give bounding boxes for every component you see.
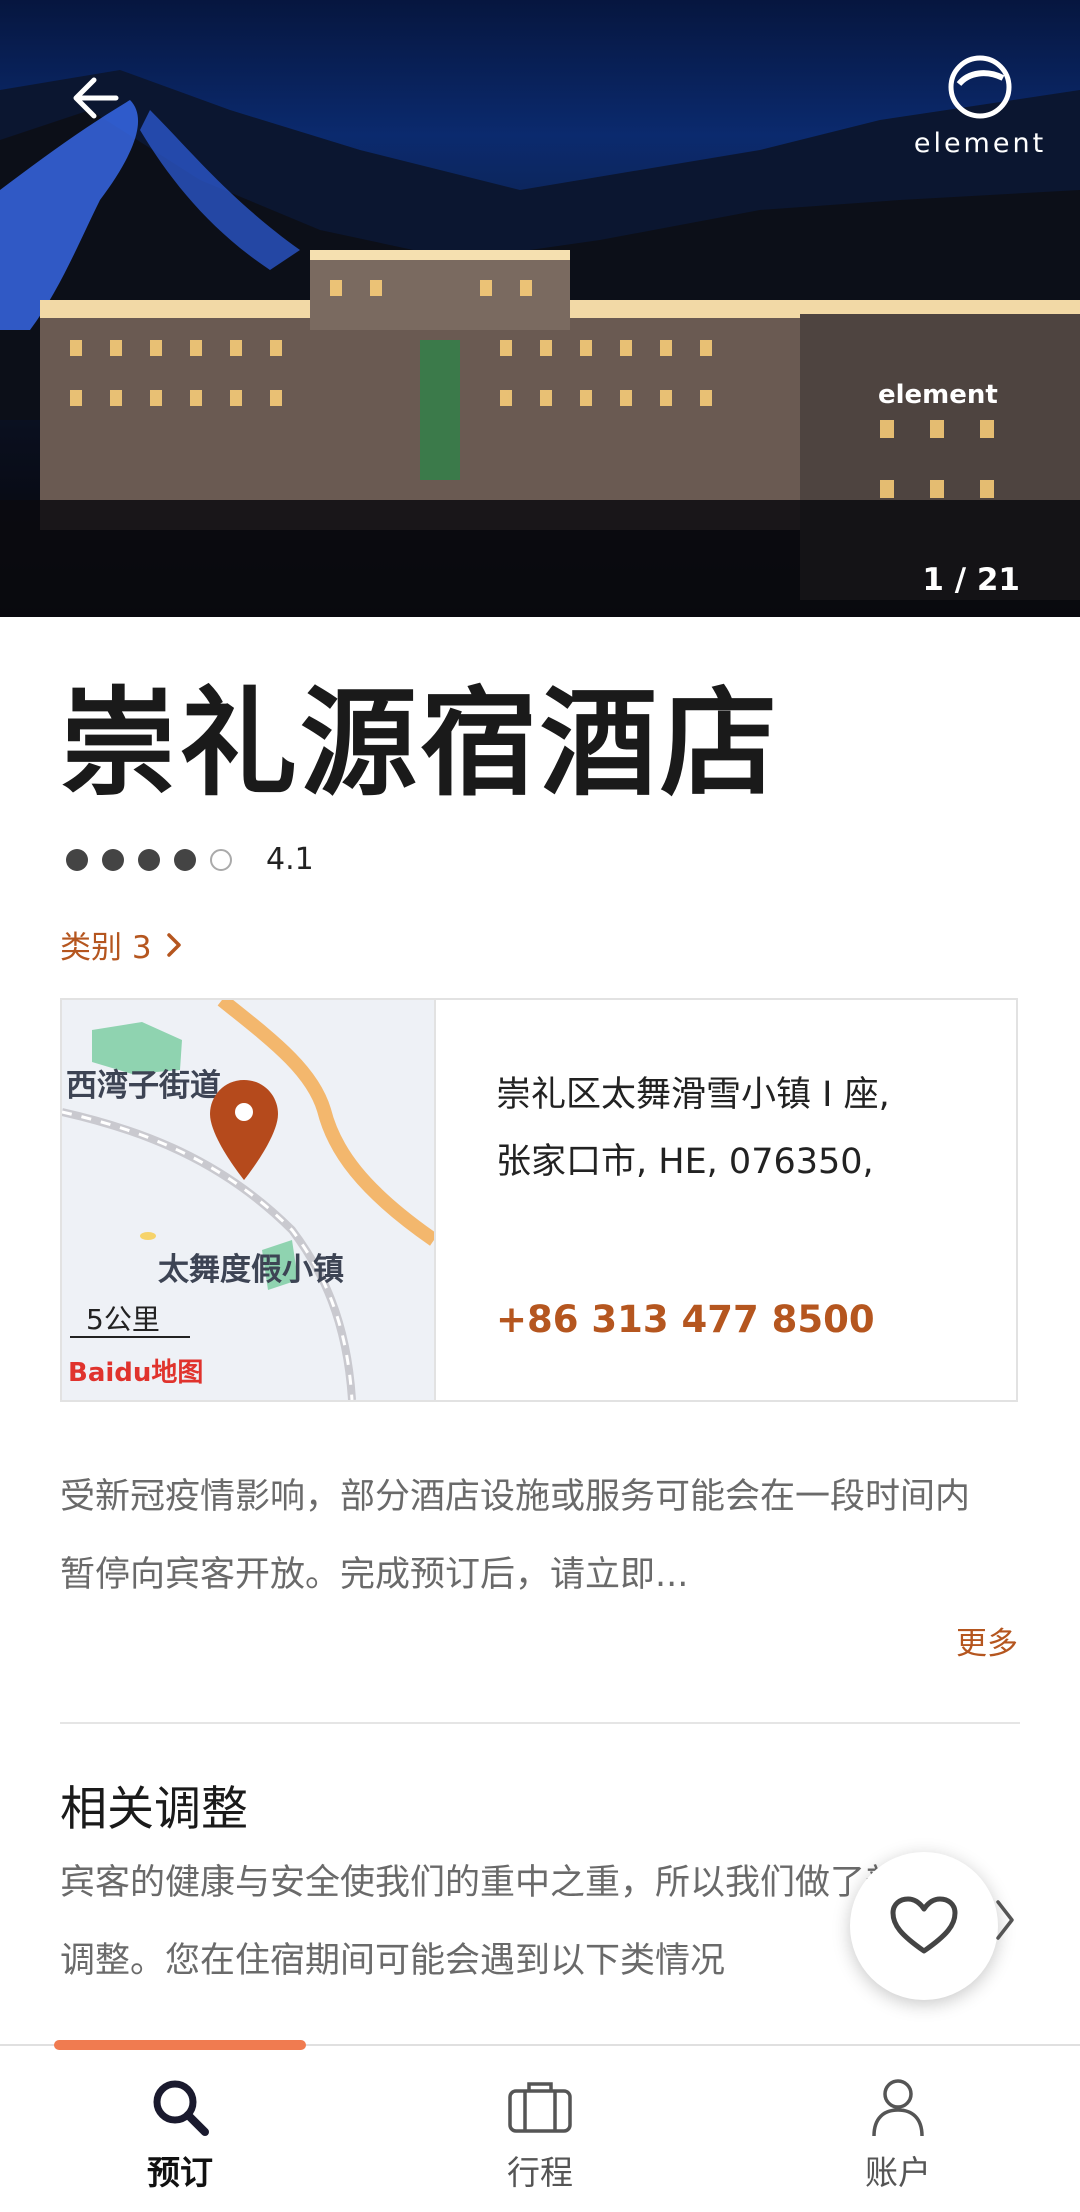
hotel-name: 崇礼源宿酒店 [60,675,781,812]
rating-dot-filled [138,848,160,871]
nav-item-trips[interactable]: 行程 [440,2072,640,2194]
nav-item-book[interactable]: 预订 [80,2072,280,2194]
rating-dot-empty [210,848,232,871]
rating-dot-filled [66,848,88,871]
bottom-nav: 预订 行程 账户 [0,2044,1080,2212]
adjustments-body: 宾客的健康与安全使我们的重中之重，所以我们做了部分调整。您在住宿期间可能会遇到以… [60,1863,936,1981]
chevron-right-icon [166,932,181,957]
nav-label-trips: 行程 [507,2153,573,2192]
map-label-district: 西湾子街道 [66,1068,221,1104]
element-logo-icon [948,55,1012,119]
category-label: 类别 3 [60,930,152,966]
nav-label-account: 账户 [865,2153,931,2192]
map-provider-logo: Baidu地图 [68,1358,204,1388]
adjustments-title: 相关调整 [60,1782,248,1837]
rating-score: 4.1 [266,842,314,877]
map-thumbnail[interactable]: 西湾子街道 太舞度假小镇 5公里 Baidu地图 [62,1000,436,1400]
brand-logo: element [910,54,1050,159]
photo-counter: 1 / 21 [922,562,1020,598]
search-icon [153,2080,209,2136]
nav-label-book: 预订 [147,2153,213,2192]
covid-notice: 受新冠疫情影响，部分酒店设施或服务可能会在一段时间内暂停向宾客开放。完成预订后，… [60,1477,971,1595]
favorite-button[interactable] [850,1852,998,2000]
map-scale: 5公里 [86,1303,160,1336]
phone-link[interactable]: +86 313 477 8500 [496,1298,890,1341]
address-line-1: 崇礼区太舞滑雪小镇 I 座, [496,1075,890,1115]
brand-name: element [913,128,1047,159]
chevron-right-icon [996,1900,1014,1940]
briefcase-icon [508,2082,572,2133]
category-link[interactable]: 类别 3 [60,922,184,967]
map-scale-bar [70,1336,190,1338]
map-pin-icon [210,1080,278,1180]
rating-dots [66,848,246,871]
divider [60,1722,1020,1724]
back-button[interactable] [60,62,132,134]
location-card: 西湾子街道 太舞度假小镇 5公里 Baidu地图 崇礼区太舞滑雪小镇 I 座, … [60,998,1018,1402]
arrow-left-icon [73,77,119,119]
hotel-sign: element [878,380,998,410]
next-button[interactable] [992,1896,1018,1948]
rating-dot-filled [102,848,124,871]
hotel-photo-carousel[interactable]: element element 1 / 21 [0,0,1080,617]
map-label-resort: 太舞度假小镇 [158,1252,344,1288]
nav-item-account[interactable]: 账户 [798,2072,998,2194]
more-link[interactable]: 更多 [956,1618,1018,1663]
heart-icon [890,1896,958,1954]
address-line-2: 张家口市, HE, 076350, [496,1142,874,1182]
scroll-progress [54,2040,306,2050]
rating: 4.1 [66,842,314,877]
rating-dot-filled [174,848,196,871]
person-icon [872,2079,924,2137]
address-block: 崇礼区太舞滑雪小镇 I 座, 张家口市, HE, 076350, +86 313… [436,1000,930,1400]
